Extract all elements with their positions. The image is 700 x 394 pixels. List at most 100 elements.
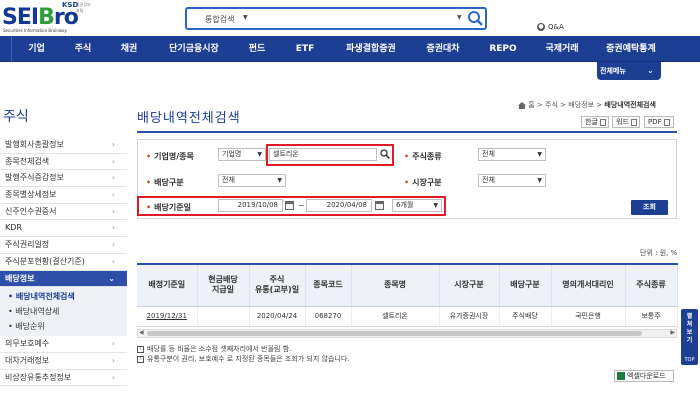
dropdown-arrow-icon[interactable]: ▼ [457, 14, 462, 21]
scroll-left-icon[interactable]: ◀ [139, 329, 144, 336]
scroll-thumb[interactable] [147, 331, 642, 336]
sidebar-item[interactable]: 발행주식증감정보 › [0, 170, 127, 188]
sidebar-item[interactable]: 주식분포현황(결산기준) › [0, 254, 127, 271]
sidebar-item[interactable]: 비상장유통추정정보 › [0, 370, 127, 387]
search-icon[interactable] [467, 10, 484, 27]
sidebar-item[interactable]: 주식권리일정 › [0, 237, 127, 254]
col-header[interactable]: 종목코드 [305, 263, 352, 307]
search-category[interactable]: 통합검색 [205, 14, 234, 25]
dividend-table: 배정기준일 현금배당 지급일 주식 유통(교부)일 종목코드 종목명 시장구분 배당… [137, 263, 678, 327]
dividend-type-select[interactable]: 전체 ▼ [218, 174, 286, 187]
logo-subtitle: 증권정보포털 [76, 2, 91, 13]
chevron-right-icon: › [111, 140, 115, 149]
qna-link[interactable]: ● Q&A [537, 23, 564, 31]
caret-down-icon[interactable]: ▼ [243, 14, 248, 21]
nav-money-market[interactable]: 단기금융시장 [153, 36, 235, 62]
col-header[interactable]: 현금배당 지급일 [197, 263, 250, 307]
word-label: 워드 [616, 118, 629, 126]
all-menu-button[interactable]: 전체메뉴 ⌄ [597, 62, 661, 80]
nav-fund[interactable]: 펀드 [235, 36, 279, 62]
search-input[interactable] [257, 12, 452, 26]
breadcrumb-home[interactable]: 홈 [528, 101, 534, 109]
date-to-input[interactable]: 2020/04/08 [306, 199, 372, 212]
col-header[interactable]: 주식 유통(교부)일 [249, 263, 306, 307]
breadcrumb-level2[interactable]: 배당정보 [568, 101, 594, 109]
cell-stock-issue-date: 2020/04/24 [249, 306, 306, 327]
col-header[interactable]: 배정기준일 [137, 263, 198, 307]
info-icon: ! [137, 355, 144, 363]
cell-record-date[interactable]: 2019/12/31 [137, 306, 198, 327]
horizontal-scrollbar[interactable]: ◀ ▶ [137, 329, 677, 338]
sidebar-item-label: 대차거래정보 [5, 355, 50, 365]
chevron-right-icon: › [111, 372, 115, 382]
global-search: 통합검색 ▼ ▼ [185, 7, 487, 30]
breadcrumb-level1[interactable]: 주식 [545, 101, 558, 109]
sidebar-item-label: 발행주식증감정보 [5, 173, 64, 183]
sidebar-item[interactable]: KDR › [0, 220, 127, 238]
sidebar-item-label: 주식권리일정 [5, 240, 50, 250]
caret-down-icon: ▼ [277, 177, 282, 184]
company-input[interactable]: 셀트리온 [269, 148, 377, 161]
submenu-dividend-detail[interactable]: • 배당내역상세 [0, 304, 127, 319]
excel-download-button[interactable]: 엑셀다운로드 [614, 370, 674, 382]
floating-quick-menu[interactable]: 펼쳐보기 TOP [681, 309, 698, 365]
submenu-dividend-search[interactable]: • 배당내역전체검색 [0, 289, 127, 304]
col-header[interactable]: 종목명 [351, 263, 440, 307]
calendar-icon[interactable] [375, 201, 384, 210]
chevron-right-icon: › [111, 173, 115, 183]
cell-code: 068270 [305, 306, 352, 327]
nav-stock[interactable]: 주식 [61, 36, 105, 62]
sidebar-item[interactable]: 종목전체검색 › [0, 154, 127, 171]
calendar-icon[interactable] [285, 201, 294, 210]
nav-bond[interactable]: 채권 [105, 36, 153, 62]
nav-derivative[interactable]: 파생결합증권 [331, 36, 411, 62]
sidebar-item-label: 신주인수권증서 [5, 206, 57, 216]
seibro-logo[interactable]: SEIBro KSD 증권정보포털 Securities Information… [2, 1, 94, 33]
sidebar-item-label: 종목별상세정보 [5, 190, 57, 200]
nav-statistics[interactable]: 증권예탁통계 [593, 36, 669, 62]
floating-label: 펼쳐보기 [686, 313, 693, 344]
submenu-dividend-rank[interactable]: • 배당순위 [0, 319, 127, 334]
sidebar-item[interactable]: 발행회사총괄정보 › [0, 137, 127, 154]
dividend-type-label: • 배당구분 [146, 178, 184, 187]
sidebar-item-dividend[interactable]: 배당정보 ⌄ [0, 270, 127, 288]
sidebar-item[interactable]: 의무보호예수 › [0, 336, 127, 353]
search-icon[interactable] [380, 149, 390, 159]
sidebar-item[interactable]: 신주인수권증서 › [0, 204, 127, 221]
nav-etf[interactable]: ETF [279, 36, 331, 62]
company-type-select[interactable]: 기업명 ▼ [218, 148, 266, 161]
title-divider [137, 131, 677, 133]
breadcrumb: 홈 > 주식 > 배당정보 > 배당내역전체검색 [518, 100, 656, 110]
nav-international[interactable]: 국제거래 [531, 36, 593, 62]
caret-down-icon: ▼ [257, 151, 262, 158]
col-header[interactable]: 시장구분 [439, 263, 500, 307]
nav-repo[interactable]: REPO [475, 36, 531, 62]
market-select[interactable]: 전체 ▼ [478, 174, 546, 187]
pdf-label: PDF [648, 118, 662, 126]
col-header[interactable]: 배당구분 [499, 263, 552, 307]
caret-down-icon: ▼ [537, 151, 542, 158]
col-header[interactable]: 주식종류 [625, 263, 678, 307]
stock-kind-label: • 주식종류 [404, 152, 442, 161]
chevron-right-icon: › [111, 206, 115, 216]
sidebar-item[interactable]: 대차거래정보 › [0, 353, 127, 370]
qna-icon: ● [537, 23, 545, 31]
sidebar-item[interactable]: 종목별상세정보 › [0, 187, 127, 204]
scroll-right-icon[interactable]: ▶ [670, 329, 675, 336]
home-icon[interactable] [518, 101, 526, 109]
date-from-input[interactable]: 2019/10/08 [218, 199, 283, 212]
hangul-export-button[interactable]: 한글 [581, 116, 609, 128]
word-export-button[interactable]: 워드 [612, 116, 640, 128]
nav-lending[interactable]: 증권대차 [411, 36, 475, 62]
period-select[interactable]: 6개월 ▼ [392, 199, 442, 212]
pdf-export-button[interactable]: PDF [644, 116, 674, 128]
top-button[interactable]: TOP [681, 357, 698, 363]
sidebar-item-label: 주식분포현황(결산기준) [5, 256, 85, 266]
stock-kind-select[interactable]: 전체 ▼ [478, 148, 546, 161]
qna-label: Q&A [548, 23, 564, 31]
date-separator: ~ [298, 201, 305, 210]
nav-company[interactable]: 기업 [11, 36, 61, 62]
search-submit-button[interactable]: 조회 [631, 200, 668, 215]
chevron-down-icon: ⌄ [647, 66, 654, 75]
col-header[interactable]: 명의개서대리인 [551, 263, 626, 307]
